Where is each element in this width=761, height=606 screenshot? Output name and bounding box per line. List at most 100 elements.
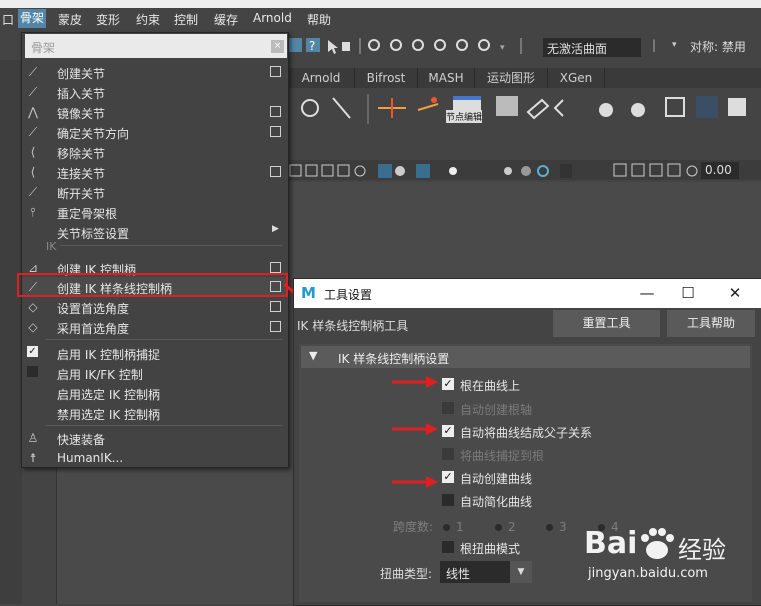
menu-item-enable-selected-ik[interactable]: 启用选定 IK 控制柄 bbox=[22, 383, 288, 403]
menu-item-label: 重定骨架根 bbox=[57, 207, 118, 221]
checkbox-checked-icon[interactable]: ✓ bbox=[442, 378, 454, 390]
dialog-titlebar[interactable]: M 工具设置 — ☐ ✕ bbox=[294, 279, 761, 308]
shelf-icons: 节点编辑 bbox=[288, 90, 761, 128]
option-box-icon[interactable] bbox=[270, 321, 281, 332]
twist-type-select[interactable]: 线性 ▼ bbox=[440, 561, 532, 583]
option-box-icon[interactable] bbox=[270, 66, 281, 77]
menu-divider bbox=[46, 245, 282, 246]
radio-label: 3 bbox=[559, 520, 567, 534]
menu-item-label: 启用 IK 控制柄捕捉 bbox=[57, 348, 161, 362]
option-label: 自动将曲线结成父子关系 bbox=[460, 426, 593, 440]
menu-deform[interactable]: 变形 bbox=[96, 11, 120, 28]
option-label: 将曲线捕捉到根 bbox=[460, 449, 545, 463]
span-radio-2: 2 bbox=[495, 520, 516, 534]
option-box-icon[interactable] bbox=[270, 106, 281, 117]
menu-item-label: 关节标签设置 bbox=[57, 227, 130, 241]
menu-divider bbox=[46, 339, 282, 340]
reset-tool-button[interactable]: 重置工具 bbox=[553, 310, 660, 337]
reroot-icon: ⫯ bbox=[30, 205, 36, 219]
shelf-tabs: Arnold Bifrost MASH 运动图形 XGen bbox=[288, 68, 761, 88]
symmetry-label[interactable]: 对称: 禁用 bbox=[690, 38, 746, 55]
menu-item-mirror-joints[interactable]: ⋀ 镜像关节 bbox=[22, 102, 288, 122]
radio-label: 1 bbox=[456, 520, 464, 534]
menu-skeleton[interactable]: 骨架 bbox=[18, 9, 47, 28]
radio-label: 2 bbox=[508, 520, 516, 534]
menu-left-cut[interactable]: 口 bbox=[2, 11, 14, 28]
panel-toolbar-icons[interactable] bbox=[288, 160, 761, 182]
menu-item-disable-selected-ik[interactable]: 禁用选定 IK 控制柄 bbox=[22, 403, 288, 423]
menu-item-create-joints[interactable]: ⟋ 创建关节 bbox=[22, 62, 288, 82]
menu-item-connect-joints[interactable]: ⟨ 连接关节 bbox=[22, 162, 288, 182]
exposure-field[interactable]: 0.00 bbox=[701, 162, 739, 179]
humanik-icon: ☨ bbox=[29, 451, 37, 465]
menu-constrain[interactable]: 约束 bbox=[136, 11, 160, 28]
menu-skin[interactable]: 蒙皮 bbox=[58, 11, 82, 28]
toolbar-divider: | bbox=[652, 38, 657, 52]
close-icon[interactable]: ✕ bbox=[724, 283, 746, 303]
checkbox-icon[interactable] bbox=[442, 494, 454, 506]
menu-item-insert-joints[interactable]: ⟋ 插入关节 bbox=[22, 82, 288, 102]
annotation-arrow-auto-parent bbox=[392, 423, 438, 435]
active-surface-field[interactable]: 无激活曲面 bbox=[543, 38, 641, 57]
menu-item-label: 连接关节 bbox=[57, 167, 106, 181]
menu-item-reroot-skeleton[interactable]: ⫯ 重定骨架根 bbox=[22, 202, 288, 222]
option-box-icon[interactable] bbox=[270, 301, 281, 312]
menu-item-disconnect-joints[interactable]: ⟋ 断开关节 bbox=[22, 182, 288, 202]
menu-search-placeholder: 骨架 bbox=[31, 41, 56, 55]
option-box-icon[interactable] bbox=[270, 262, 281, 273]
quick-rig-icon: ♙ bbox=[27, 431, 39, 445]
joint-tool-icon: ⟋ bbox=[28, 65, 38, 79]
orient-joint-icon: ⟋ bbox=[28, 125, 38, 139]
svg-text:▾: ▾ bbox=[500, 43, 505, 53]
shelf-tab-bifrost[interactable]: Bifrost bbox=[355, 68, 418, 88]
menu-item-humanik[interactable]: ☨ HumanIK... bbox=[22, 448, 288, 468]
dropdown-arrow-icon[interactable]: ▼ bbox=[510, 561, 532, 583]
shelf-tab-motion-graphics[interactable]: 运动图形 bbox=[475, 68, 548, 88]
section-title: IK 样条线控制柄设置 bbox=[338, 352, 450, 366]
menu-item-orient-joints[interactable]: ⟋ 确定关节方向 bbox=[22, 122, 288, 142]
menu-item-enable-ik-snap[interactable]: ✓ 启用 IK 控制柄捕捉 bbox=[22, 343, 288, 363]
mirror-joint-icon: ⋀ bbox=[28, 105, 38, 119]
radio-icon bbox=[495, 524, 502, 531]
menu-arnold[interactable]: Arnold bbox=[253, 11, 292, 25]
menu-search-field[interactable]: 骨架 × bbox=[25, 34, 287, 58]
shelf-tool-icons[interactable] bbox=[288, 90, 761, 128]
menu-item-label: 创建关节 bbox=[57, 67, 106, 81]
menu-help[interactable]: 帮助 bbox=[307, 11, 331, 28]
shelf-tab-xgen[interactable]: XGen bbox=[548, 68, 605, 88]
annotation-arrow-auto-create-curve bbox=[392, 476, 438, 488]
symmetry-dropdown-icon[interactable]: ▾ bbox=[672, 40, 677, 50]
toolbar-icons[interactable]: ? ▾ bbox=[288, 36, 538, 56]
minimize-icon[interactable]: — bbox=[636, 283, 658, 303]
checkbox-icon bbox=[442, 402, 454, 414]
baidu-paw-icon bbox=[641, 528, 674, 559]
option-label: 自动简化曲线 bbox=[460, 495, 533, 509]
menu-section-ik: IK bbox=[46, 240, 61, 253]
section-header[interactable]: ▼ IK 样条线控制柄设置 bbox=[301, 346, 750, 368]
assume-angle-icon: ◇ bbox=[28, 320, 38, 334]
checkbox-icon[interactable] bbox=[442, 541, 454, 553]
option-label: 根扭曲模式 bbox=[460, 542, 521, 556]
menu-cache[interactable]: 缓存 bbox=[214, 11, 238, 28]
menu-control[interactable]: 控制 bbox=[174, 11, 198, 28]
clear-search-icon[interactable]: × bbox=[271, 40, 284, 53]
menu-item-remove-joints[interactable]: ⟨ 移除关节 bbox=[22, 142, 288, 162]
menu-item-set-preferred-angle[interactable]: ◇ 设置首选角度 bbox=[22, 297, 288, 317]
tool-help-button[interactable]: 工具帮助 bbox=[667, 310, 755, 337]
menu-item-enable-ikfk[interactable]: 启用 IK/FK 控制 bbox=[22, 363, 288, 383]
radio-icon bbox=[546, 524, 553, 531]
option-box-icon[interactable] bbox=[270, 166, 281, 177]
connect-joint-icon: ⟨ bbox=[30, 165, 36, 179]
option-box-icon[interactable] bbox=[270, 126, 281, 137]
menu-item-quick-rig[interactable]: ♙ 快速装备 bbox=[22, 428, 288, 448]
shelf-tab-arnold[interactable]: Arnold bbox=[288, 68, 355, 88]
skeleton-menu: 骨架 × ⟋ 创建关节 ⟋ 插入关节 ⋀ 镜像关节 ⟋ 确定关节方向 ⟨ 移除关… bbox=[21, 32, 289, 468]
dialog-title: 工具设置 bbox=[324, 288, 373, 302]
menu-item-joint-labelling[interactable]: 关节标签设置 ▶ bbox=[22, 222, 288, 242]
shelf-tab-mash[interactable]: MASH bbox=[418, 68, 475, 88]
annotation-arrow-root-on-curve bbox=[392, 376, 438, 388]
maximize-icon[interactable]: ☐ bbox=[677, 283, 699, 303]
menu-item-assume-preferred-angle[interactable]: ◇ 采用首选角度 bbox=[22, 317, 288, 337]
checkbox-checked-icon[interactable]: ✓ bbox=[442, 425, 454, 437]
checkbox-checked-icon[interactable]: ✓ bbox=[442, 471, 454, 483]
